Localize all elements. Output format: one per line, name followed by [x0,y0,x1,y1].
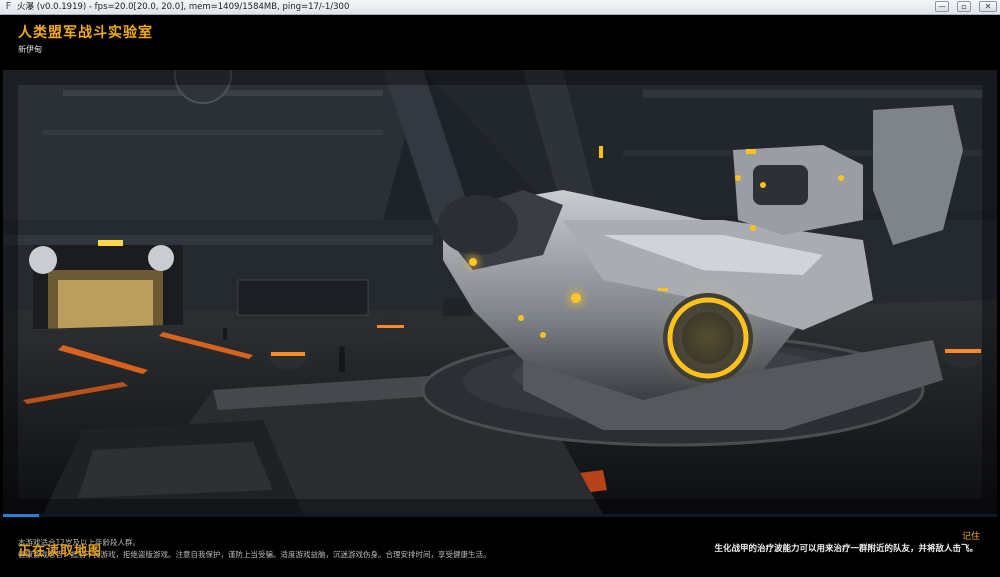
loading-artwork [3,70,997,514]
window-title: 火瀑 (v0.0.1919) - fps=20.0[20.0, 20.0], m… [17,2,350,12]
minimize-button[interactable]: — [935,1,949,12]
close-button[interactable]: ✕ [979,1,997,12]
map-subtitle: 新伊甸 [18,45,42,54]
loading-footer: 本游戏适合12岁及以上年龄段人群。 健康游戏忠告：抵制不良游戏，拒绝盗版游戏。注… [0,517,1000,577]
restore-button[interactable]: ▫ [957,1,971,12]
map-title: 人类盟军战斗实验室 [18,25,153,41]
app-logo-icon: F [5,1,12,12]
game-window: F 火瀑 (v0.0.1919) - fps=20.0[20.0, 20.0],… [0,0,1000,577]
hangar-scene [3,70,997,514]
tip-title: 记住 [961,532,980,542]
loading-header: 人类盟军战斗实验室 新伊甸 [0,15,1000,70]
tip-text: 生化战甲的治疗波能力可以用来治疗一群附近的队友，并将敌人击飞。 [714,544,978,554]
title-bar[interactable]: F 火瀑 (v0.0.1919) - fps=20.0[20.0, 20.0],… [0,0,1000,15]
loading-status: 正在读取地图 [18,544,103,559]
